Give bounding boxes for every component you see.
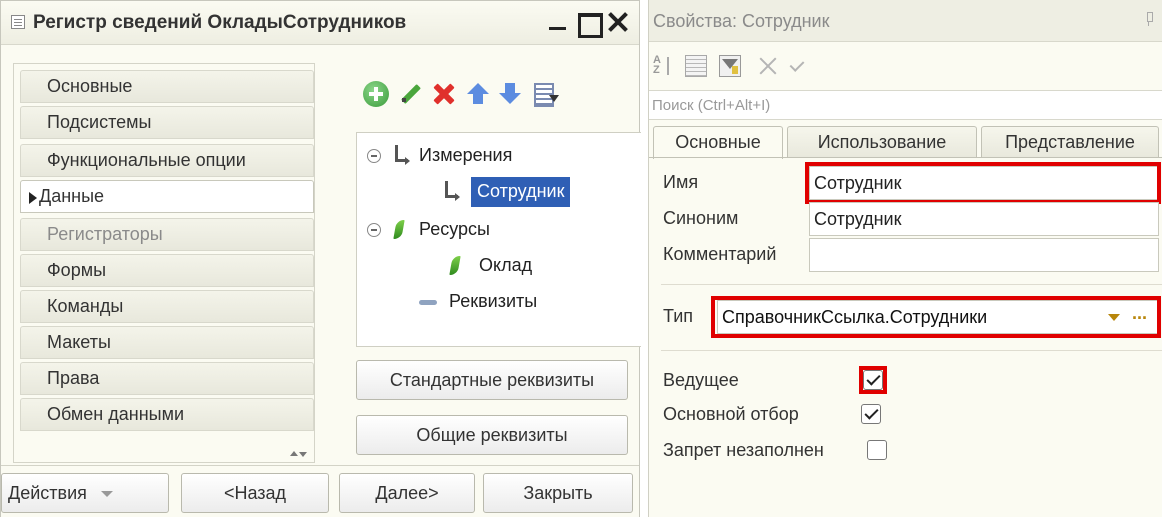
nav-item-registrators[interactable]: Регистраторы [20,218,314,251]
nav-item-rights[interactable]: Права [20,362,314,395]
tree-label: Оклад [479,255,533,275]
nav-item-label: Основные [47,76,133,96]
filter-icon[interactable] [719,55,741,77]
window-title: Регистр сведений ОкладыСотрудников [33,12,407,33]
attribute-icon [419,300,437,305]
common-attributes-button[interactable]: Общие реквизиты [356,415,628,455]
maximize-icon[interactable] [575,9,603,38]
tab-divider [649,157,1162,158]
nav-item-label: Макеты [47,332,111,352]
tree-label: Ресурсы [419,219,490,239]
nav-item-forms[interactable]: Формы [20,254,314,287]
type-highlight [711,296,1161,338]
next-button[interactable]: Далее> [339,473,475,513]
tree-node-employee[interactable]: Сотрудник [357,177,637,207]
section-nav: Основные Подсистемы Функциональные опции… [13,63,315,463]
nav-item-data-exchange[interactable]: Обмен данными [20,398,314,431]
list-icon[interactable] [531,81,559,107]
properties-toolbar: AZ [649,43,1162,89]
name-label: Имя [663,172,699,192]
close-icon[interactable] [605,9,631,35]
dimension-icon [391,145,410,165]
register-icon [11,15,25,29]
sort-alphabet-icon[interactable]: AZ [653,55,675,77]
edit-icon[interactable] [397,81,423,107]
bottom-bar: Действия <Назад Далее> Закрыть [1,465,639,517]
nav-item-functional-options[interactable]: Функциональные опции [20,144,314,177]
resource-icon [393,220,405,239]
nav-item-data[interactable]: Данные [20,180,314,213]
separator [661,284,1162,285]
comment-field[interactable] [809,238,1159,272]
nav-item-subsystems[interactable]: Подсистемы [20,106,314,139]
nav-item-label: Регистраторы [47,224,163,244]
tree-label-selected: Сотрудник [471,177,571,207]
selected-arrow-icon [29,192,37,204]
register-editor-window: Регистр сведений ОкладыСотрудников Основ… [0,0,641,517]
chevron-down-icon [100,491,113,498]
tab-basic[interactable]: Основные [653,126,783,159]
flag-label: Запрет незаполнен [663,440,824,460]
move-up-icon[interactable] [465,81,491,107]
nav-item-label: Права [47,368,100,388]
search-placeholder: Поиск (Ctrl+Alt+I) [652,97,771,114]
collapse-icon[interactable] [367,223,381,237]
main-filter-checkbox[interactable] [861,404,881,424]
categories-icon[interactable] [685,55,707,77]
nav-item-label: Команды [47,296,124,316]
tab-usage[interactable]: Использование [787,126,977,158]
nav-item-commands[interactable]: Команды [20,290,314,323]
tab-presentation[interactable]: Представление [981,126,1159,158]
synonym-field[interactable]: Сотрудник [809,202,1159,236]
search-input[interactable]: Поиск (Ctrl+Alt+I) [649,90,1162,120]
nav-item-basic[interactable]: Основные [20,70,314,103]
resource-icon [449,256,461,275]
scroll-arrows-icon[interactable] [289,449,307,461]
properties-title-bar[interactable]: Свойства: Сотрудник [649,0,1162,42]
close-button[interactable]: Закрыть [483,473,633,513]
tree-node-dimensions[interactable]: Измерения [357,141,637,171]
tree-node-resources[interactable]: Ресурсы [357,215,637,245]
master-checkbox-highlight [859,366,887,394]
nav-item-label: Подсистемы [47,112,152,132]
data-tree: Измерения Сотрудник Ресурсы Оклад Реквиз… [356,132,641,347]
nav-item-label: Обмен данными [47,404,185,424]
back-button[interactable]: <Назад [181,473,329,513]
actions-label: Действия [8,483,87,503]
synonym-label: Синоним [663,208,739,228]
nav-item-templates[interactable]: Макеты [20,326,314,359]
fill-check-checkbox[interactable] [867,440,887,460]
window-title-bar[interactable]: Регистр сведений ОкладыСотрудников [1,1,639,45]
minimize-icon[interactable] [545,9,571,35]
dimension-icon [441,181,460,201]
move-down-icon[interactable] [497,81,523,107]
flag-label: Ведущее [663,370,739,390]
name-highlight [805,162,1161,204]
nav-item-label: Данные [39,186,105,206]
nav-item-label: Формы [47,260,107,280]
apply-icon[interactable] [789,55,811,77]
add-icon[interactable] [363,81,389,107]
tree-label: Реквизиты [449,291,538,311]
nav-item-label: Функциональные опции [47,150,246,170]
separator [661,350,1162,351]
tree-node-salary[interactable]: Оклад [357,251,637,281]
tree-label: Измерения [419,145,513,165]
type-label: Тип [663,306,694,326]
tree-node-attributes[interactable]: Реквизиты [357,287,637,317]
flag-label: Основной отбор [663,404,799,424]
clear-icon[interactable] [757,55,779,77]
actions-button[interactable]: Действия [1,473,169,513]
pin-icon[interactable] [1145,12,1153,26]
standard-attributes-button[interactable]: Стандартные реквизиты [356,360,628,400]
delete-icon[interactable] [431,81,457,107]
properties-panel: Свойства: Сотрудник AZ Поиск (Ctrl+Alt+I… [648,0,1162,517]
collapse-icon[interactable] [367,149,381,163]
properties-title: Свойства: Сотрудник [653,11,830,31]
comment-label: Комментарий [663,244,777,264]
